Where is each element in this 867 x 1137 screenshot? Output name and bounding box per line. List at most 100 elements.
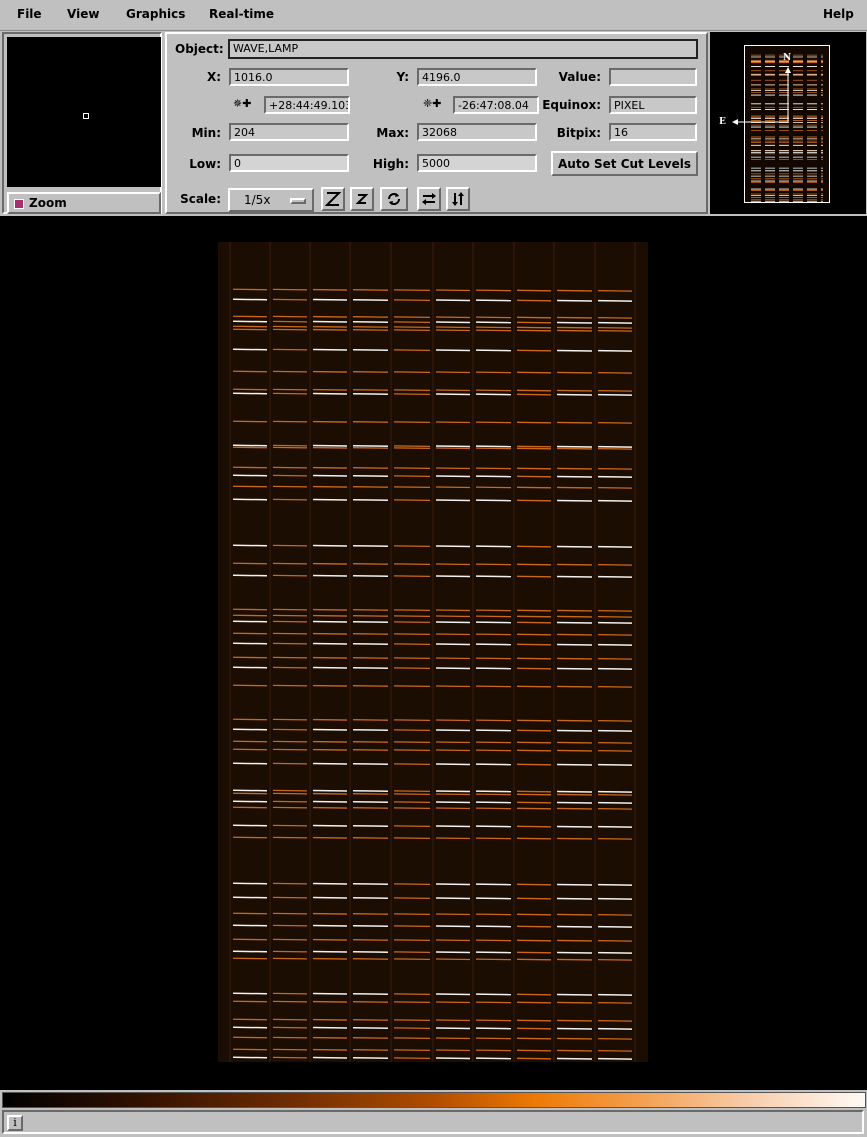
menu-help[interactable]: Help (823, 7, 854, 21)
emission-line-segment (232, 348, 268, 351)
flip-x-icon[interactable] (417, 187, 441, 211)
emission-line-segment (232, 684, 268, 687)
emission-line-segment (597, 837, 633, 840)
emission-line-segment (475, 1001, 512, 1004)
emission-line-segment (597, 825, 633, 828)
menu-file[interactable]: File (17, 7, 42, 21)
emission-line-segment (516, 749, 552, 752)
emission-line-segment (597, 467, 633, 470)
emission-line-segment (312, 992, 348, 995)
emission-line-segment (597, 741, 633, 744)
emission-line-segment (475, 621, 512, 624)
emission-line-segment (435, 445, 471, 448)
emission-line-segment (393, 445, 431, 447)
emission-line-segment (475, 545, 512, 548)
x-field[interactable]: 1016.0 (229, 68, 349, 86)
emission-line-segment (475, 807, 512, 810)
emission-line-segment (352, 1056, 389, 1059)
emission-line-segment (393, 913, 431, 915)
emission-line-segment (475, 499, 512, 502)
image-canvas[interactable] (0, 216, 867, 1090)
emission-line-segment (556, 925, 593, 928)
emission-line-segment (556, 719, 593, 722)
emission-line-segment (232, 632, 268, 635)
emission-line-segment (516, 633, 552, 636)
zoom-fit-icon[interactable] (321, 187, 345, 211)
bitpix-field[interactable]: 16 (609, 123, 697, 141)
zoom-toggle-button[interactable]: Zoom (7, 192, 161, 214)
emission-line-segment (435, 299, 471, 302)
emission-line-segment (475, 793, 512, 796)
emission-line-segment (556, 467, 593, 470)
emission-line-segment (272, 614, 308, 617)
emission-line-segment (393, 575, 431, 577)
emission-line-segment (516, 615, 552, 618)
emission-line-segment (272, 562, 308, 565)
emission-line-segment (352, 467, 389, 469)
emission-line-segment (556, 575, 593, 578)
emission-line-segment (516, 719, 552, 722)
emission-line-segment (393, 1049, 431, 1051)
pan-panel: N E (710, 32, 866, 214)
emission-line-segment (516, 958, 552, 961)
emission-line-segment (312, 924, 348, 927)
colorbar[interactable] (2, 1092, 866, 1108)
flip-y-icon[interactable] (446, 187, 470, 211)
emission-line-segment (272, 1048, 308, 1051)
emission-line-segment (393, 447, 431, 449)
emission-line-segment (597, 801, 633, 804)
emission-line-segment (272, 748, 308, 751)
emission-line-segment (516, 913, 552, 916)
emission-line-segment (312, 298, 348, 301)
emission-line-segment (475, 349, 512, 352)
emission-line-segment (393, 545, 431, 547)
emission-line-segment (352, 326, 389, 328)
emission-line-segment (232, 1018, 268, 1021)
menu-graphics[interactable]: Graphics (126, 7, 185, 21)
ra-field[interactable]: +28:44:49.103 (264, 96, 350, 114)
rotate-icon[interactable] (380, 187, 408, 211)
emission-line-segment (475, 445, 512, 448)
emission-line-segment (516, 486, 552, 489)
equinox-field[interactable]: PIXEL (609, 96, 697, 114)
min-field[interactable]: 204 (229, 123, 349, 141)
emission-line-segment (312, 1036, 348, 1039)
y-field[interactable]: 4196.0 (417, 68, 537, 86)
emission-line-segment (352, 563, 389, 565)
scale-menu[interactable]: 1/5x (228, 188, 314, 212)
emission-line-segment (556, 825, 593, 828)
object-field[interactable]: WAVE,LAMP (228, 39, 698, 59)
emission-line-segment (556, 321, 593, 324)
emission-line-segment (516, 329, 552, 332)
max-field[interactable]: 32068 (417, 123, 537, 141)
auto-set-cut-levels-button[interactable]: Auto Set Cut Levels (551, 151, 698, 176)
emission-line-segment (352, 719, 389, 721)
emission-line-segment (272, 836, 308, 839)
value-field[interactable] (609, 68, 697, 86)
emission-line-segment (597, 1027, 633, 1030)
emission-line-segment (597, 389, 633, 392)
menu-view[interactable]: View (67, 7, 99, 21)
emission-line-segment (393, 883, 431, 885)
emission-line-segment (352, 371, 389, 373)
low-field[interactable]: 0 (229, 154, 349, 172)
high-field[interactable]: 5000 (417, 154, 537, 172)
emission-line-segment (516, 825, 552, 828)
emission-line-segment (556, 793, 593, 796)
max-label: Max: (376, 126, 409, 140)
zoom-view[interactable] (7, 37, 161, 187)
emission-line-segment (232, 950, 268, 953)
emission-line-segment (475, 1057, 512, 1060)
emission-line-segment (516, 763, 552, 766)
emission-line-segment (352, 447, 389, 449)
emission-line-segment (435, 685, 471, 688)
emission-line-segment (435, 371, 471, 374)
menu-realtime[interactable]: Real-time (209, 7, 274, 21)
emission-line-segment (516, 316, 552, 319)
emission-line-segment (352, 392, 389, 395)
zoom-reset-icon[interactable] (350, 187, 374, 211)
emission-line-segment (516, 475, 552, 478)
emission-line-segment (475, 951, 512, 954)
dec-field[interactable]: -26:47:08.04 (453, 96, 539, 114)
emission-line-segment (475, 486, 512, 489)
